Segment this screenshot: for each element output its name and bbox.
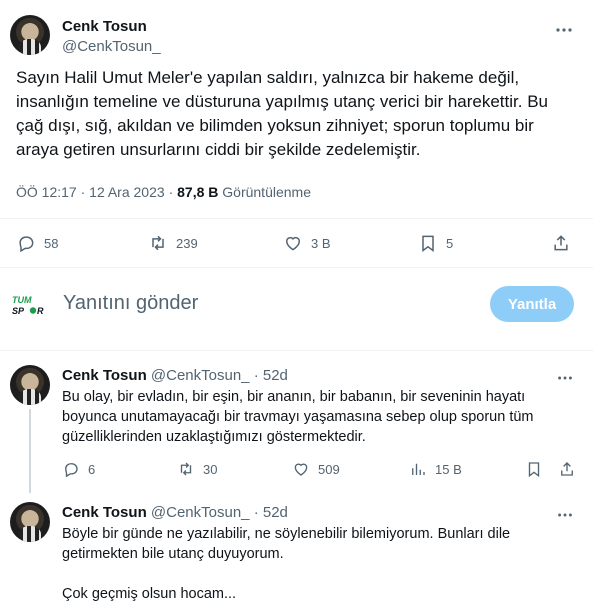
- share-button[interactable]: [551, 233, 571, 253]
- bookmark-icon: [422, 235, 434, 252]
- svg-text:SP: SP: [12, 306, 25, 316]
- reply-count: 58: [44, 235, 59, 251]
- more-icon[interactable]: [554, 20, 574, 40]
- tweet-text: Sayın Halil Umut Meler'e yapılan saldırı…: [16, 68, 548, 159]
- reply-button[interactable]: 58: [16, 233, 58, 253]
- comment-author-name[interactable]: Cenk Tosun: [62, 504, 147, 521]
- comment-age[interactable]: 52d: [263, 367, 288, 384]
- divider: [0, 350, 593, 351]
- meta-separator: ·: [168, 184, 174, 200]
- comment-views-count: 15 B: [435, 461, 462, 477]
- retweet-button[interactable]: 239: [148, 233, 198, 253]
- more-icon[interactable]: [556, 506, 574, 524]
- share-icon: [561, 462, 573, 476]
- author-avatar[interactable]: [10, 15, 50, 55]
- comment-dot: ·: [253, 367, 259, 384]
- comment-like-count: 509: [318, 461, 340, 477]
- comment-like-button[interactable]: 509: [292, 460, 340, 478]
- comment-retweet-count: 30: [203, 461, 218, 477]
- comment-text: Böyle bir günde ne yazılabilir, ne söyle…: [62, 526, 511, 562]
- thread-line: [29, 409, 31, 493]
- more-icon[interactable]: [556, 369, 574, 387]
- comment-reply-button[interactable]: 6: [62, 460, 95, 478]
- retweet-icon: [180, 462, 192, 476]
- comment-author-name[interactable]: Cenk Tosun: [62, 367, 147, 384]
- author-handle[interactable]: @CenkTosun_: [62, 38, 161, 55]
- tweet-time[interactable]: ÖÖ 12:17: [16, 184, 77, 200]
- reply-icon: [65, 463, 78, 478]
- divider: [0, 218, 593, 219]
- retweet-count: 239: [176, 235, 198, 251]
- reply-submit-button[interactable]: Yanıtla: [490, 286, 574, 322]
- comment-text-line2: Çok geçmiş olsun hocam...: [62, 586, 237, 602]
- bookmark-button[interactable]: 5: [418, 233, 453, 253]
- reply-icon: [19, 236, 34, 253]
- comment-header: Cenk Tosun @CenkTosun_ · 52d: [62, 367, 288, 384]
- svg-text:R: R: [37, 306, 44, 316]
- comment-bookmark-button[interactable]: [525, 460, 543, 478]
- share-icon: [554, 235, 568, 251]
- comment-reply-count: 6: [88, 461, 96, 477]
- comment-views-button[interactable]: 15 B: [409, 460, 462, 478]
- tumspor-logo: TUM SP R: [10, 294, 50, 316]
- comment-header: Cenk Tosun @CenkTosun_ · 52d: [62, 504, 288, 521]
- meta-separator: ·: [80, 184, 86, 200]
- views-count: 87,8 B: [177, 184, 219, 200]
- bookmark-icon: [528, 462, 540, 478]
- comment-share-button[interactable]: [558, 460, 576, 478]
- comment-retweet-button[interactable]: 30: [177, 460, 217, 478]
- like-count: 3 B: [311, 235, 331, 251]
- comment-dot: ·: [253, 504, 259, 521]
- views-icon: [412, 463, 425, 475]
- like-icon: [294, 463, 308, 476]
- views-label: Görüntülenme: [222, 184, 311, 200]
- comment-text: Bu olay, bir evladın, bir eşin, bir anan…: [62, 389, 534, 445]
- author-name[interactable]: Cenk Tosun: [62, 18, 147, 35]
- comment-avatar[interactable]: [10, 502, 50, 542]
- reply-input[interactable]: Yanıtını gönder: [63, 292, 198, 315]
- comment-avatar[interactable]: [10, 365, 50, 405]
- tweet-meta: ÖÖ 12:17 · 12 Ara 2023 · 87,8 B Görüntül…: [16, 184, 311, 200]
- divider: [0, 267, 593, 268]
- like-icon: [286, 236, 300, 251]
- retweet-icon: [152, 235, 164, 251]
- tweet-date[interactable]: 12 Ara 2023: [89, 184, 165, 200]
- comment-age[interactable]: 52d: [263, 504, 288, 521]
- comment-author-handle[interactable]: @CenkTosun_: [151, 504, 250, 521]
- bookmark-count: 5: [446, 235, 454, 251]
- like-button[interactable]: 3 B: [283, 233, 331, 253]
- comment-author-handle[interactable]: @CenkTosun_: [151, 367, 250, 384]
- svg-text:TUM: TUM: [12, 295, 32, 305]
